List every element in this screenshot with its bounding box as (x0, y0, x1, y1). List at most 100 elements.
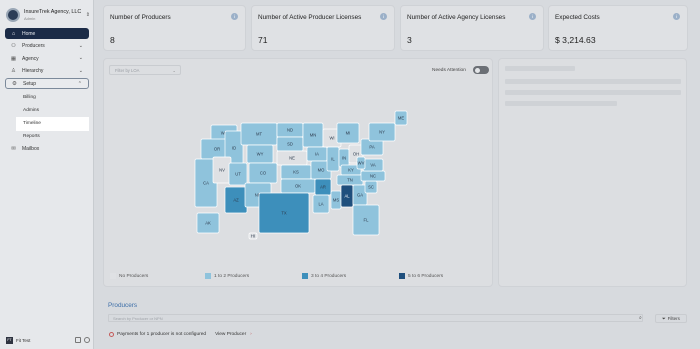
sidebar-item-home[interactable]: ⌂ Home (5, 28, 89, 39)
legend-swatch (205, 273, 211, 279)
filters-button[interactable]: ⏷ Filters (655, 314, 687, 323)
chevron-down-icon: ⌄ (78, 42, 83, 49)
legend-label: 3 to 4 Producers (311, 273, 347, 279)
state-in[interactable]: IN (338, 148, 350, 168)
help-icon[interactable] (84, 337, 90, 343)
stat-label: Expected Costs (555, 14, 600, 21)
legend-swatch (110, 273, 116, 279)
info-icon[interactable]: i (529, 13, 536, 20)
state-label: LA (318, 202, 323, 207)
legend-item: 5 to 6 Producers (399, 273, 443, 279)
sidebar-item-agency[interactable]: ▦ Agency ⌄ (5, 53, 89, 64)
state-fl[interactable]: FL (352, 204, 380, 236)
sidebar-item-producers[interactable]: ⚇ Producers ⌄ (5, 41, 89, 52)
mail-icon: ✉ (11, 145, 16, 152)
sidebar-subitem-billing[interactable]: Billing (21, 91, 89, 104)
view-producer-link[interactable]: View Producer › (215, 332, 252, 337)
chevron-updown-icon: ⇕ (85, 12, 90, 18)
state-wv[interactable]: WV (356, 156, 366, 170)
state-mt[interactable]: MT (240, 122, 278, 146)
state-va[interactable]: VA (362, 158, 384, 172)
state-nd[interactable]: ND (276, 122, 304, 138)
state-wy[interactable]: WY (246, 144, 274, 164)
state-label: PA (369, 145, 374, 150)
state-label: NE (289, 156, 295, 161)
state-ut[interactable]: UT (228, 162, 248, 186)
chevron-up-icon: ⌃ (77, 81, 82, 88)
filters-label: Filters (667, 316, 680, 321)
state-az[interactable]: AZ (224, 186, 248, 214)
stat-label: Number of Active Producer Licenses (258, 14, 362, 21)
state-ia[interactable]: IA (306, 146, 328, 162)
state-mn[interactable]: MN (302, 122, 324, 148)
search-icon[interactable]: ⌕ (639, 315, 642, 321)
stat-card-producer-licenses: Number of Active Producer Licenses 71 i (251, 5, 395, 51)
state-mi[interactable]: MI (336, 122, 360, 144)
state-la[interactable]: LA (312, 194, 330, 214)
state-label: CA (203, 181, 209, 186)
stat-label: Number of Active Agency Licenses (407, 14, 506, 21)
state-ar[interactable]: AR (314, 178, 332, 196)
state-ne[interactable]: NE (276, 150, 308, 166)
state-label: NC (370, 174, 376, 179)
state-tn[interactable]: TN (336, 174, 364, 186)
state-al[interactable]: AL (340, 184, 354, 208)
sidebar: InsureTrek Agency, LLC Admin ⇕ ⌂ Home ⚇ … (0, 0, 94, 349)
sidebar-subitem-timeline[interactable]: Timeline (16, 116, 89, 131)
org-logo (6, 8, 20, 22)
chevron-down-icon: ⌄ (78, 55, 83, 62)
producers-section: Producers Search by Producer or NPN ⌕ ⏷ … (103, 292, 688, 344)
sidebar-subitem-admins[interactable]: Admins (21, 104, 89, 117)
state-label: ME (398, 116, 404, 121)
skeleton-line (505, 101, 617, 106)
info-icon[interactable]: i (380, 13, 387, 20)
producer-search-input[interactable]: Search by Producer or NPN (108, 314, 643, 322)
info-icon[interactable]: i (673, 13, 680, 20)
org-switcher[interactable]: InsureTrek Agency, LLC Admin ⇕ (6, 6, 90, 24)
state-ny[interactable]: NY (368, 122, 396, 142)
sidebar-item-setup[interactable]: ⚙ Setup ⌃ (5, 78, 89, 90)
state-label: KY (348, 168, 354, 173)
state-label: MI (346, 131, 351, 136)
users-icon: ⚇ (11, 43, 16, 50)
payment-warning: Payments for 1 producer is not configure… (109, 332, 252, 337)
loa-filter-select[interactable]: Filter by LOA ⌄ (109, 65, 181, 75)
sidebar-item-mailbox[interactable]: ✉ Mailbox (5, 143, 89, 154)
state-ks[interactable]: KS (280, 164, 312, 180)
state-co[interactable]: CO (248, 162, 278, 184)
person-icon: ♙ (11, 68, 16, 75)
state-label: NV (219, 168, 225, 173)
sidebar-subitem-reports[interactable]: Reports (21, 131, 89, 144)
state-sd[interactable]: SD (276, 136, 304, 152)
state-ok[interactable]: OK (280, 178, 316, 194)
us-map: WAORCAIDNVUTAZMTWYCONMNDSDNEKSOKTXMNIAMO… (194, 110, 408, 240)
needs-attention-toggle[interactable] (473, 66, 489, 74)
sidebar-item-hierarchy[interactable]: ♙ Hierarchy ⌄ (5, 66, 89, 77)
state-label: MT (256, 132, 262, 137)
state-ak[interactable]: AK (196, 212, 220, 234)
state-nc[interactable]: NC (360, 170, 386, 182)
state-il[interactable]: IL (326, 146, 340, 172)
user-name[interactable]: Fit Test (16, 338, 30, 343)
state-nv[interactable]: NV (212, 156, 232, 184)
state-hi[interactable]: HI (248, 232, 258, 240)
state-label: CO (260, 171, 267, 176)
stat-value: 8 (110, 35, 115, 45)
state-tx[interactable]: TX (258, 192, 310, 234)
state-label: MN (310, 133, 317, 138)
state-sc[interactable]: SC (364, 180, 378, 194)
chevron-down-icon: ⌄ (78, 67, 83, 74)
state-pa[interactable]: PA (360, 138, 384, 156)
state-ms[interactable]: MS (330, 190, 342, 210)
loa-filter-placeholder: Filter by LOA (115, 68, 140, 73)
info-icon[interactable]: i (231, 13, 238, 20)
state-label: ID (232, 146, 236, 151)
home-icon: ⌂ (11, 30, 16, 37)
stat-value: 3 (407, 35, 412, 45)
state-label: UT (235, 172, 241, 177)
legend-item: 1 to 2 Producers (205, 273, 249, 279)
state-me[interactable]: ME (394, 110, 408, 126)
state-label: AL (344, 194, 350, 199)
state-label: HI (251, 234, 255, 239)
sidebar-collapse-icon[interactable] (75, 337, 81, 343)
